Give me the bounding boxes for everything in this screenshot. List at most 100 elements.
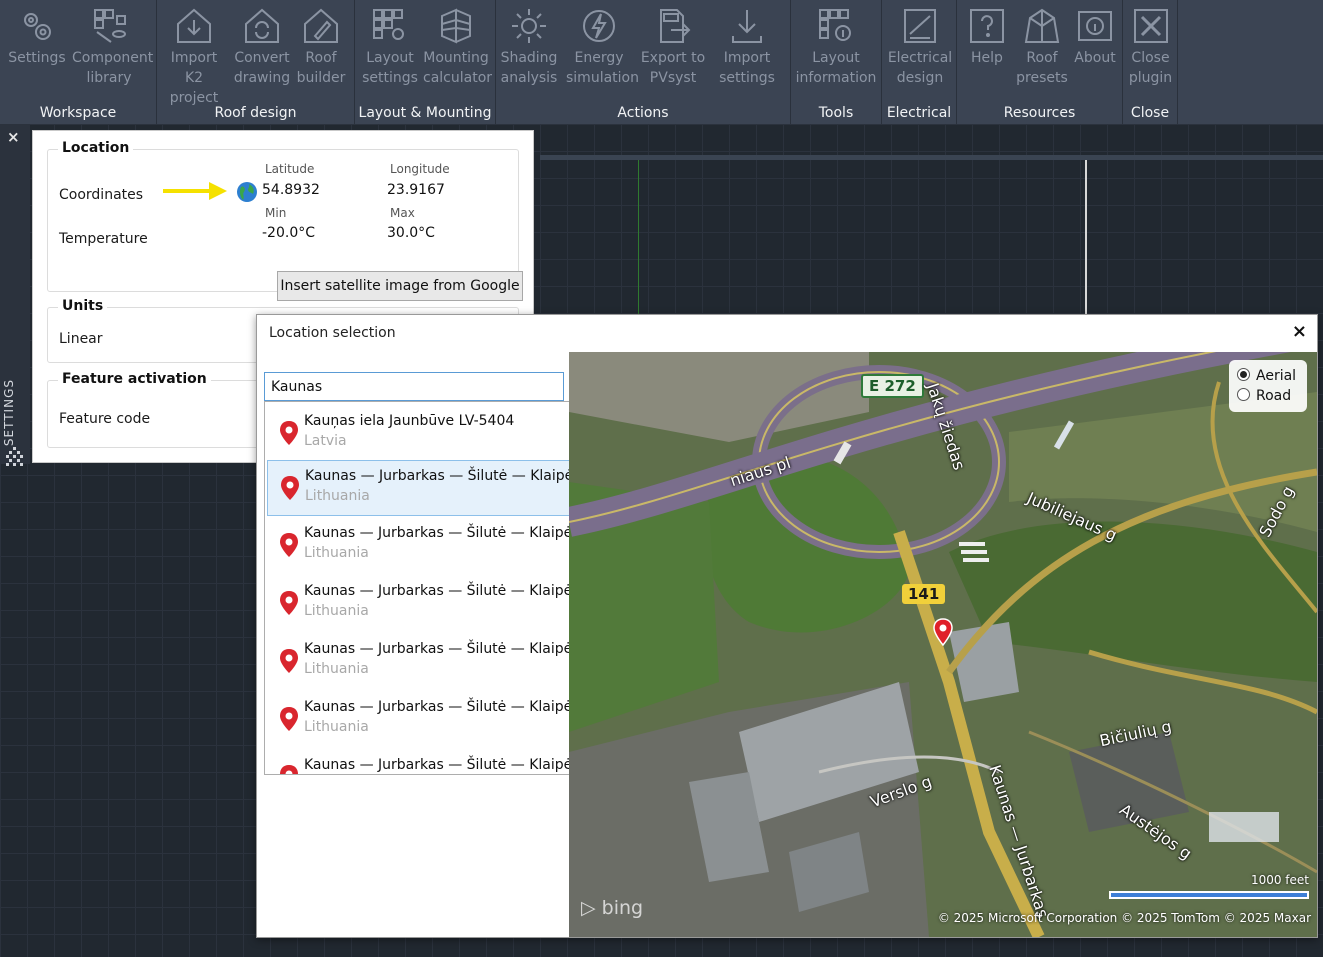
info-icon [1078,11,1112,41]
longitude-header: Longitude [390,162,450,176]
close-x-icon [1133,9,1168,43]
map-type-selector: Aerial Road [1229,360,1307,412]
sun-icon [512,9,546,43]
group-label-layout-mounting: Layout & Mounting [358,105,492,121]
result-country: Lithuania [304,719,369,735]
component-library-button[interactable]: Component library [72,4,153,94]
result-address: Kauņas iela Jaunbūve LV-5404 [304,413,515,429]
linear-label: Linear [59,331,103,347]
export-file-icon [660,9,691,43]
group-label-workspace: Workspace [39,105,117,121]
group-label-resources: Resources [1003,105,1076,121]
help-button[interactable]: Help [957,4,1017,94]
location-fieldset: Location Coordinates Latitude Longitude … [47,140,523,301]
layout-grid-gear-icon [373,9,404,40]
import-k2-project-button[interactable]: Import K2 project [161,4,227,106]
min-header: Min [265,206,287,220]
layout-settings-button[interactable]: Layout settings [357,4,423,94]
map-type-aerial-option[interactable]: Aerial [1237,368,1296,384]
result-country: Lithuania [305,488,370,504]
units-legend: Units [58,298,108,314]
feature-code-label: Feature code [59,411,151,427]
roof-builder-button[interactable]: Roof builder [291,4,351,94]
download-icon [732,10,762,43]
feature-activation-legend: Feature activation [58,371,211,387]
ribbon-group-layout-mounting: Layout settings Mounting calculator Layo… [355,0,496,124]
roof-presets-icon [1024,8,1060,43]
bing-logo: ▷ bing [581,897,644,919]
dialog-close-icon[interactable]: × [1292,321,1307,342]
longitude-value[interactable]: 23.9167 [387,182,445,198]
location-search-input[interactable] [264,372,564,401]
location-selection-dialog: Location selection × Kauņas iela Jaunbūv… [256,314,1318,938]
layout-information-button[interactable]: Layout information [795,4,877,94]
settings-button[interactable]: Settings [4,4,70,94]
temperature-label: Temperature [59,231,148,247]
mounting-panels-icon [441,8,471,44]
location-pin-icon [280,475,300,505]
yellow-arrow-annotation [163,182,227,200]
gear-icon [24,13,51,40]
ribbon-group-actions: Shading analysis Energy simulation Expor… [496,0,791,124]
lightning-icon [583,10,615,42]
aerial-radio[interactable] [1237,368,1250,381]
ribbon-group-electrical: Electrical design Electrical [882,0,957,124]
map-type-road-option[interactable]: Road [1237,388,1291,404]
location-pin-icon [279,590,299,620]
group-label-tools: Tools [818,105,854,121]
ribbon-group-tools: Layout information Tools [791,0,882,124]
location-legend: Location [58,140,134,156]
insert-satellite-image-button[interactable]: Insert satellite image from Google [277,271,523,301]
latitude-header: Latitude [265,162,315,176]
settings-sidebar-strip: × SETTINGS [0,124,30,466]
result-country: Latvia [304,433,347,449]
ribbon: Settings Component library Workspace Imp… [0,0,1323,124]
shading-analysis-button[interactable]: Shading analysis [496,4,562,94]
map-scale-label: 1000 feet [1250,873,1309,887]
energy-simulation-button[interactable]: Energy simulation [566,4,639,94]
group-label-electrical: Electrical [886,105,952,121]
group-label-actions: Actions [617,105,669,121]
result-country: Lithuania [304,545,369,561]
location-pin-icon [279,706,299,736]
ribbon-group-close: Close plugin Close [1123,0,1178,124]
map-scale-bar [1109,891,1309,899]
dialog-title: Location selection [269,325,396,341]
max-header: Max [390,206,415,220]
mounting-calculator-button[interactable]: Mounting calculator [423,4,492,94]
location-pin-icon [279,648,299,678]
location-pin-icon [279,420,299,450]
export-pvsyst-button[interactable]: Export to PVsyst [638,4,708,94]
max-temperature-value[interactable]: 30.0°C [387,225,435,241]
ribbon-group-workspace: Settings Component library Workspace [0,0,157,124]
group-label-close: Close [1130,105,1170,121]
latitude-value[interactable]: 54.8932 [262,182,320,198]
location-pin-icon[interactable] [933,618,953,646]
globe-icon[interactable] [236,181,258,203]
close-plugin-button[interactable]: Close plugin [1123,4,1178,94]
electrical-panel-icon [904,9,936,43]
map-view[interactable]: E 272 141 Jakų žiedas Jubiliejaus g niau… [569,352,1317,937]
convert-drawing-button[interactable]: Convert drawing [229,4,295,94]
ribbon-group-resources: Help Roof presets About Resources [957,0,1123,124]
r141-road-badge: 141 [902,584,946,604]
coordinates-label: Coordinates [59,187,144,203]
result-country: Lithuania [304,603,369,619]
import-settings-button[interactable]: Import settings [714,4,780,94]
road-radio[interactable] [1237,388,1250,401]
min-temperature-value[interactable]: -20.0°C [262,225,315,241]
group-label-roof-design: Roof design [214,105,297,121]
electrical-design-button[interactable]: Electrical design [884,4,956,94]
roof-pencil-icon [304,8,338,43]
palette-grip-icon[interactable] [5,446,25,466]
sidebar-close-icon[interactable]: × [7,128,20,146]
result-country: Lithuania [304,661,369,677]
convert-house-icon [245,8,279,43]
canvas-green-axis [638,160,639,320]
location-pin-icon [279,532,299,562]
about-button[interactable]: About [1067,4,1123,94]
sidebar-title: SETTINGS [2,379,16,447]
map-copyright: © 2025 Microsoft Corporation © 2025 TomT… [937,911,1311,925]
ribbon-group-roof-design: Import K2 project Convert drawing Roof b… [157,0,355,124]
roof-presets-button[interactable]: Roof presets [1011,4,1073,94]
